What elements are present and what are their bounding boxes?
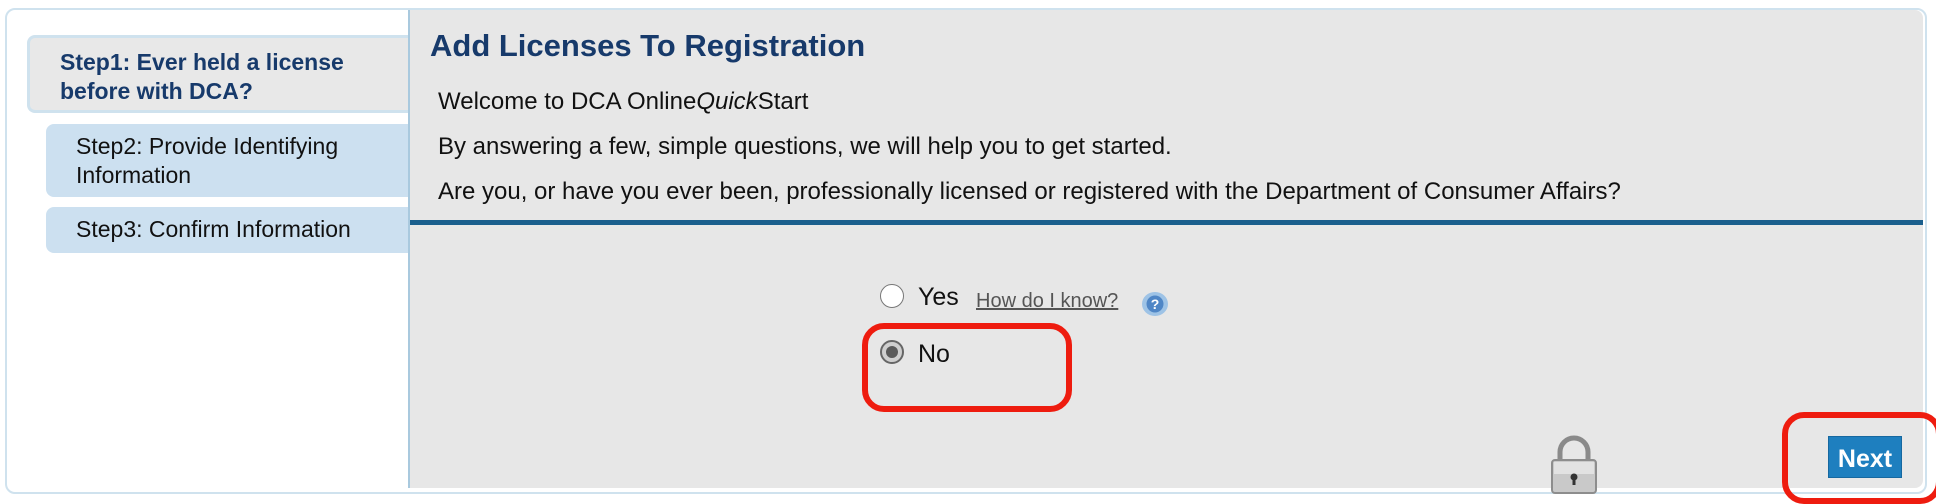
svg-text:?: ? xyxy=(1151,296,1160,312)
step-2-tab[interactable]: Step2: Provide Identifying Information xyxy=(46,124,408,197)
step-2-label: Step2: Provide Identifying Information xyxy=(76,133,339,188)
step-3-label: Step3: Confirm Information xyxy=(76,216,351,242)
page-title: Add Licenses To Registration xyxy=(430,28,866,63)
how-do-i-know-link[interactable]: How do I know? xyxy=(976,290,1118,313)
welcome-suffix: Start xyxy=(757,88,809,115)
question-text: Are you, or have you ever been, professi… xyxy=(438,178,1621,205)
main-panel: Add Licenses To Registration Welcome to … xyxy=(408,10,1923,494)
welcome-prefix: Welcome to DCA Online xyxy=(438,88,697,115)
help-icon[interactable]: ? xyxy=(1141,291,1169,317)
lock-icon xyxy=(1551,435,1597,494)
yes-radio[interactable] xyxy=(880,284,904,308)
next-button-highlight xyxy=(1782,412,1936,504)
yes-label[interactable]: Yes xyxy=(918,283,959,312)
step-3-tab[interactable]: Step3: Confirm Information xyxy=(46,207,408,253)
step-1-tab[interactable]: Step1: Ever held a license before with D… xyxy=(27,35,408,113)
no-option-highlight xyxy=(862,323,1072,412)
intro-text: By answering a few, simple questions, we… xyxy=(438,133,1172,160)
step-1-label: Step1: Ever held a license before with D… xyxy=(60,49,344,104)
section-divider xyxy=(410,220,1923,225)
welcome-text: Welcome to DCA OnlineQuickStart xyxy=(438,88,808,116)
welcome-italic: Quick xyxy=(696,88,758,115)
